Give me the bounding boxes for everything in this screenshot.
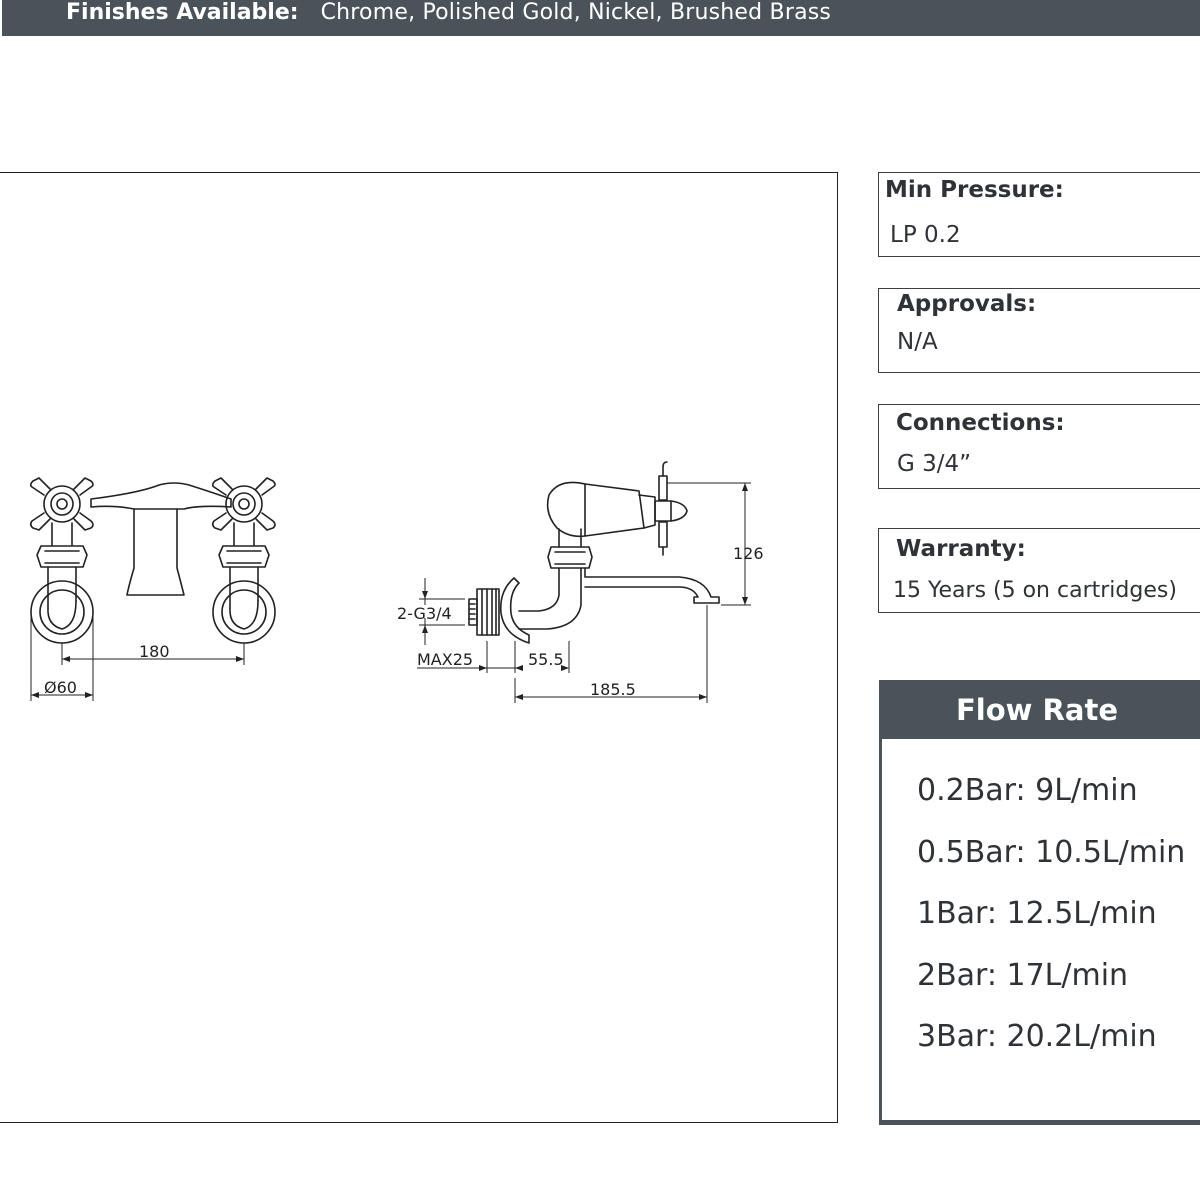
flow-rate-item: 0.5Bar: 10.5L/min bbox=[917, 834, 1186, 870]
dim-spacing: 180 bbox=[139, 642, 170, 661]
flow-rate-list: 0.2Bar: 9L/min 0.5Bar: 10.5L/min 1Bar: 1… bbox=[917, 776, 1185, 1084]
spec-box-approvals: Approvals: N/A bbox=[878, 288, 1200, 373]
spec-value-approvals: N/A bbox=[897, 329, 938, 355]
flow-rate-item: 3Bar: 20.2L/min bbox=[917, 1019, 1157, 1054]
spec-box-min-pressure: Min Pressure: LP 0.2 bbox=[878, 172, 1200, 257]
finishes-banner: Finishes Available: Chrome, Polished Gol… bbox=[2, 0, 1200, 36]
spec-label-warranty: Warranty: bbox=[896, 536, 1026, 562]
finishes-value: Chrome, Polished Gold, Nickel, Brushed B… bbox=[320, 0, 832, 25]
spec-label-approvals: Approvals: bbox=[897, 291, 1037, 317]
dim-diameter: Ø60 bbox=[44, 678, 77, 697]
front-view bbox=[29, 477, 276, 644]
right-cross-handle-icon bbox=[211, 477, 276, 531]
dim-reach: 185.5 bbox=[590, 680, 636, 699]
flow-rate-item: 0.2Bar: 9L/min bbox=[917, 773, 1138, 808]
dim-max: MAX25 bbox=[417, 650, 473, 669]
spec-value-min-pressure: LP 0.2 bbox=[890, 222, 961, 248]
flow-rate-item: 1Bar: 12.5L/min bbox=[917, 896, 1157, 931]
spec-box-connections: Connections: G 3/4” bbox=[878, 404, 1200, 489]
side-cross-handle-icon bbox=[654, 461, 688, 556]
side-view bbox=[468, 461, 720, 644]
spec-box-warranty: Warranty: 15 Years (5 on cartridges) bbox=[878, 528, 1200, 613]
flow-rate-item: 2Bar: 17L/min bbox=[917, 957, 1129, 993]
spec-value-warranty: 15 Years (5 on cartridges) bbox=[893, 578, 1177, 603]
dim-thread: 2-G3/4 bbox=[397, 604, 452, 623]
spec-value-connections: G 3/4” bbox=[897, 451, 972, 477]
spec-label-min-pressure: Min Pressure: bbox=[885, 177, 1064, 203]
flow-rate-title: Flow Rate bbox=[879, 680, 1200, 739]
spec-label-connections: Connections: bbox=[896, 410, 1065, 436]
technical-drawing: 180 Ø60 2-G3/4 MAX25 55.5 185.5 126 bbox=[29, 461, 764, 703]
technical-drawing-frame: 180 Ø60 2-G3/4 MAX25 55.5 185.5 126 bbox=[0, 172, 838, 1123]
left-cross-handle-icon bbox=[29, 477, 94, 531]
finishes-label: Finishes Available: bbox=[66, 0, 299, 25]
dim-height: 126 bbox=[733, 544, 764, 563]
dim-offset: 55.5 bbox=[528, 650, 564, 669]
flow-rate-panel: Flow Rate 0.2Bar: 9L/min 0.5Bar: 10.5L/m… bbox=[879, 680, 1200, 1125]
